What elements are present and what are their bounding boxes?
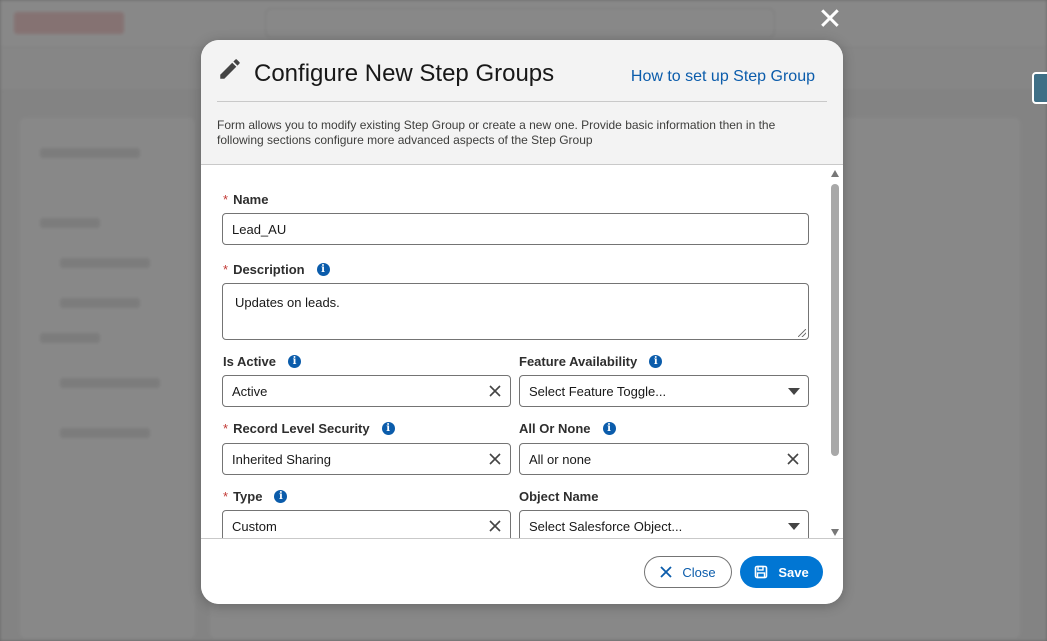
- pencil-icon: [220, 59, 240, 79]
- modal-body: * Name Lead_AU * Description i Updates on …: [201, 166, 843, 538]
- object-name-label: Object Name: [519, 489, 599, 504]
- is-active-label: Is Active i: [223, 354, 301, 369]
- feature-availability-select[interactable]: Select Feature Toggle...: [519, 375, 809, 407]
- close-button[interactable]: Close: [644, 556, 732, 588]
- info-icon[interactable]: i: [649, 355, 663, 368]
- help-link[interactable]: How to set up Step Group: [631, 68, 815, 86]
- close-icon[interactable]: ✕: [816, 5, 844, 35]
- modal-header: Configure New Step Groups How to set up …: [201, 40, 843, 165]
- chevron-down-icon: [788, 388, 800, 395]
- required-mark: *: [223, 489, 229, 504]
- resize-handle[interactable]: [798, 329, 806, 337]
- close-icon: [660, 566, 673, 578]
- is-active-combobox[interactable]: Active: [222, 375, 511, 407]
- clear-icon[interactable]: [487, 383, 503, 399]
- side-panel-tab[interactable]: [1032, 72, 1047, 104]
- required-mark: *: [223, 421, 229, 436]
- name-input[interactable]: Lead_AU: [222, 213, 809, 245]
- clear-icon[interactable]: [487, 451, 503, 467]
- info-icon[interactable]: i: [288, 355, 301, 368]
- name-label: * Name: [223, 192, 269, 207]
- required-mark: *: [223, 262, 229, 277]
- required-mark: *: [223, 192, 229, 207]
- chevron-down-icon: [788, 523, 800, 530]
- all-or-none-label: All Or None i: [519, 421, 616, 436]
- record-level-security-combobox[interactable]: Inherited Sharing: [222, 443, 511, 475]
- feature-availability-label: Feature Availability i: [519, 354, 663, 369]
- description-textarea[interactable]: Updates on leads.: [222, 283, 809, 340]
- info-icon[interactable]: i: [381, 422, 395, 435]
- info-icon[interactable]: i: [274, 490, 288, 503]
- scroll-down-arrow-icon[interactable]: [831, 529, 839, 536]
- all-or-none-combobox[interactable]: All or none: [519, 443, 809, 475]
- type-combobox[interactable]: Custom: [222, 510, 511, 538]
- modal-scrollbar[interactable]: [829, 170, 841, 536]
- description-label: * Description i: [223, 262, 330, 277]
- configure-step-groups-modal: Configure New Step Groups How to set up …: [201, 40, 843, 604]
- save-icon: [755, 565, 768, 579]
- modal-title: Configure New Step Groups: [254, 60, 555, 87]
- record-level-security-label: * Record Level Security i: [223, 421, 395, 436]
- scrollbar-thumb[interactable]: [831, 184, 839, 456]
- scroll-up-arrow-icon[interactable]: [831, 170, 839, 177]
- header-divider: [217, 101, 827, 102]
- info-icon[interactable]: i: [602, 422, 616, 435]
- info-icon[interactable]: i: [316, 263, 330, 276]
- object-name-select[interactable]: Select Salesforce Object...: [519, 510, 809, 538]
- modal-description: Form allows you to modify existing Step …: [217, 118, 776, 147]
- clear-icon[interactable]: [487, 518, 503, 534]
- type-label: * Type i: [223, 489, 288, 504]
- save-button[interactable]: Save: [740, 556, 823, 588]
- clear-icon[interactable]: [785, 451, 801, 467]
- modal-footer: Close Save: [201, 538, 843, 604]
